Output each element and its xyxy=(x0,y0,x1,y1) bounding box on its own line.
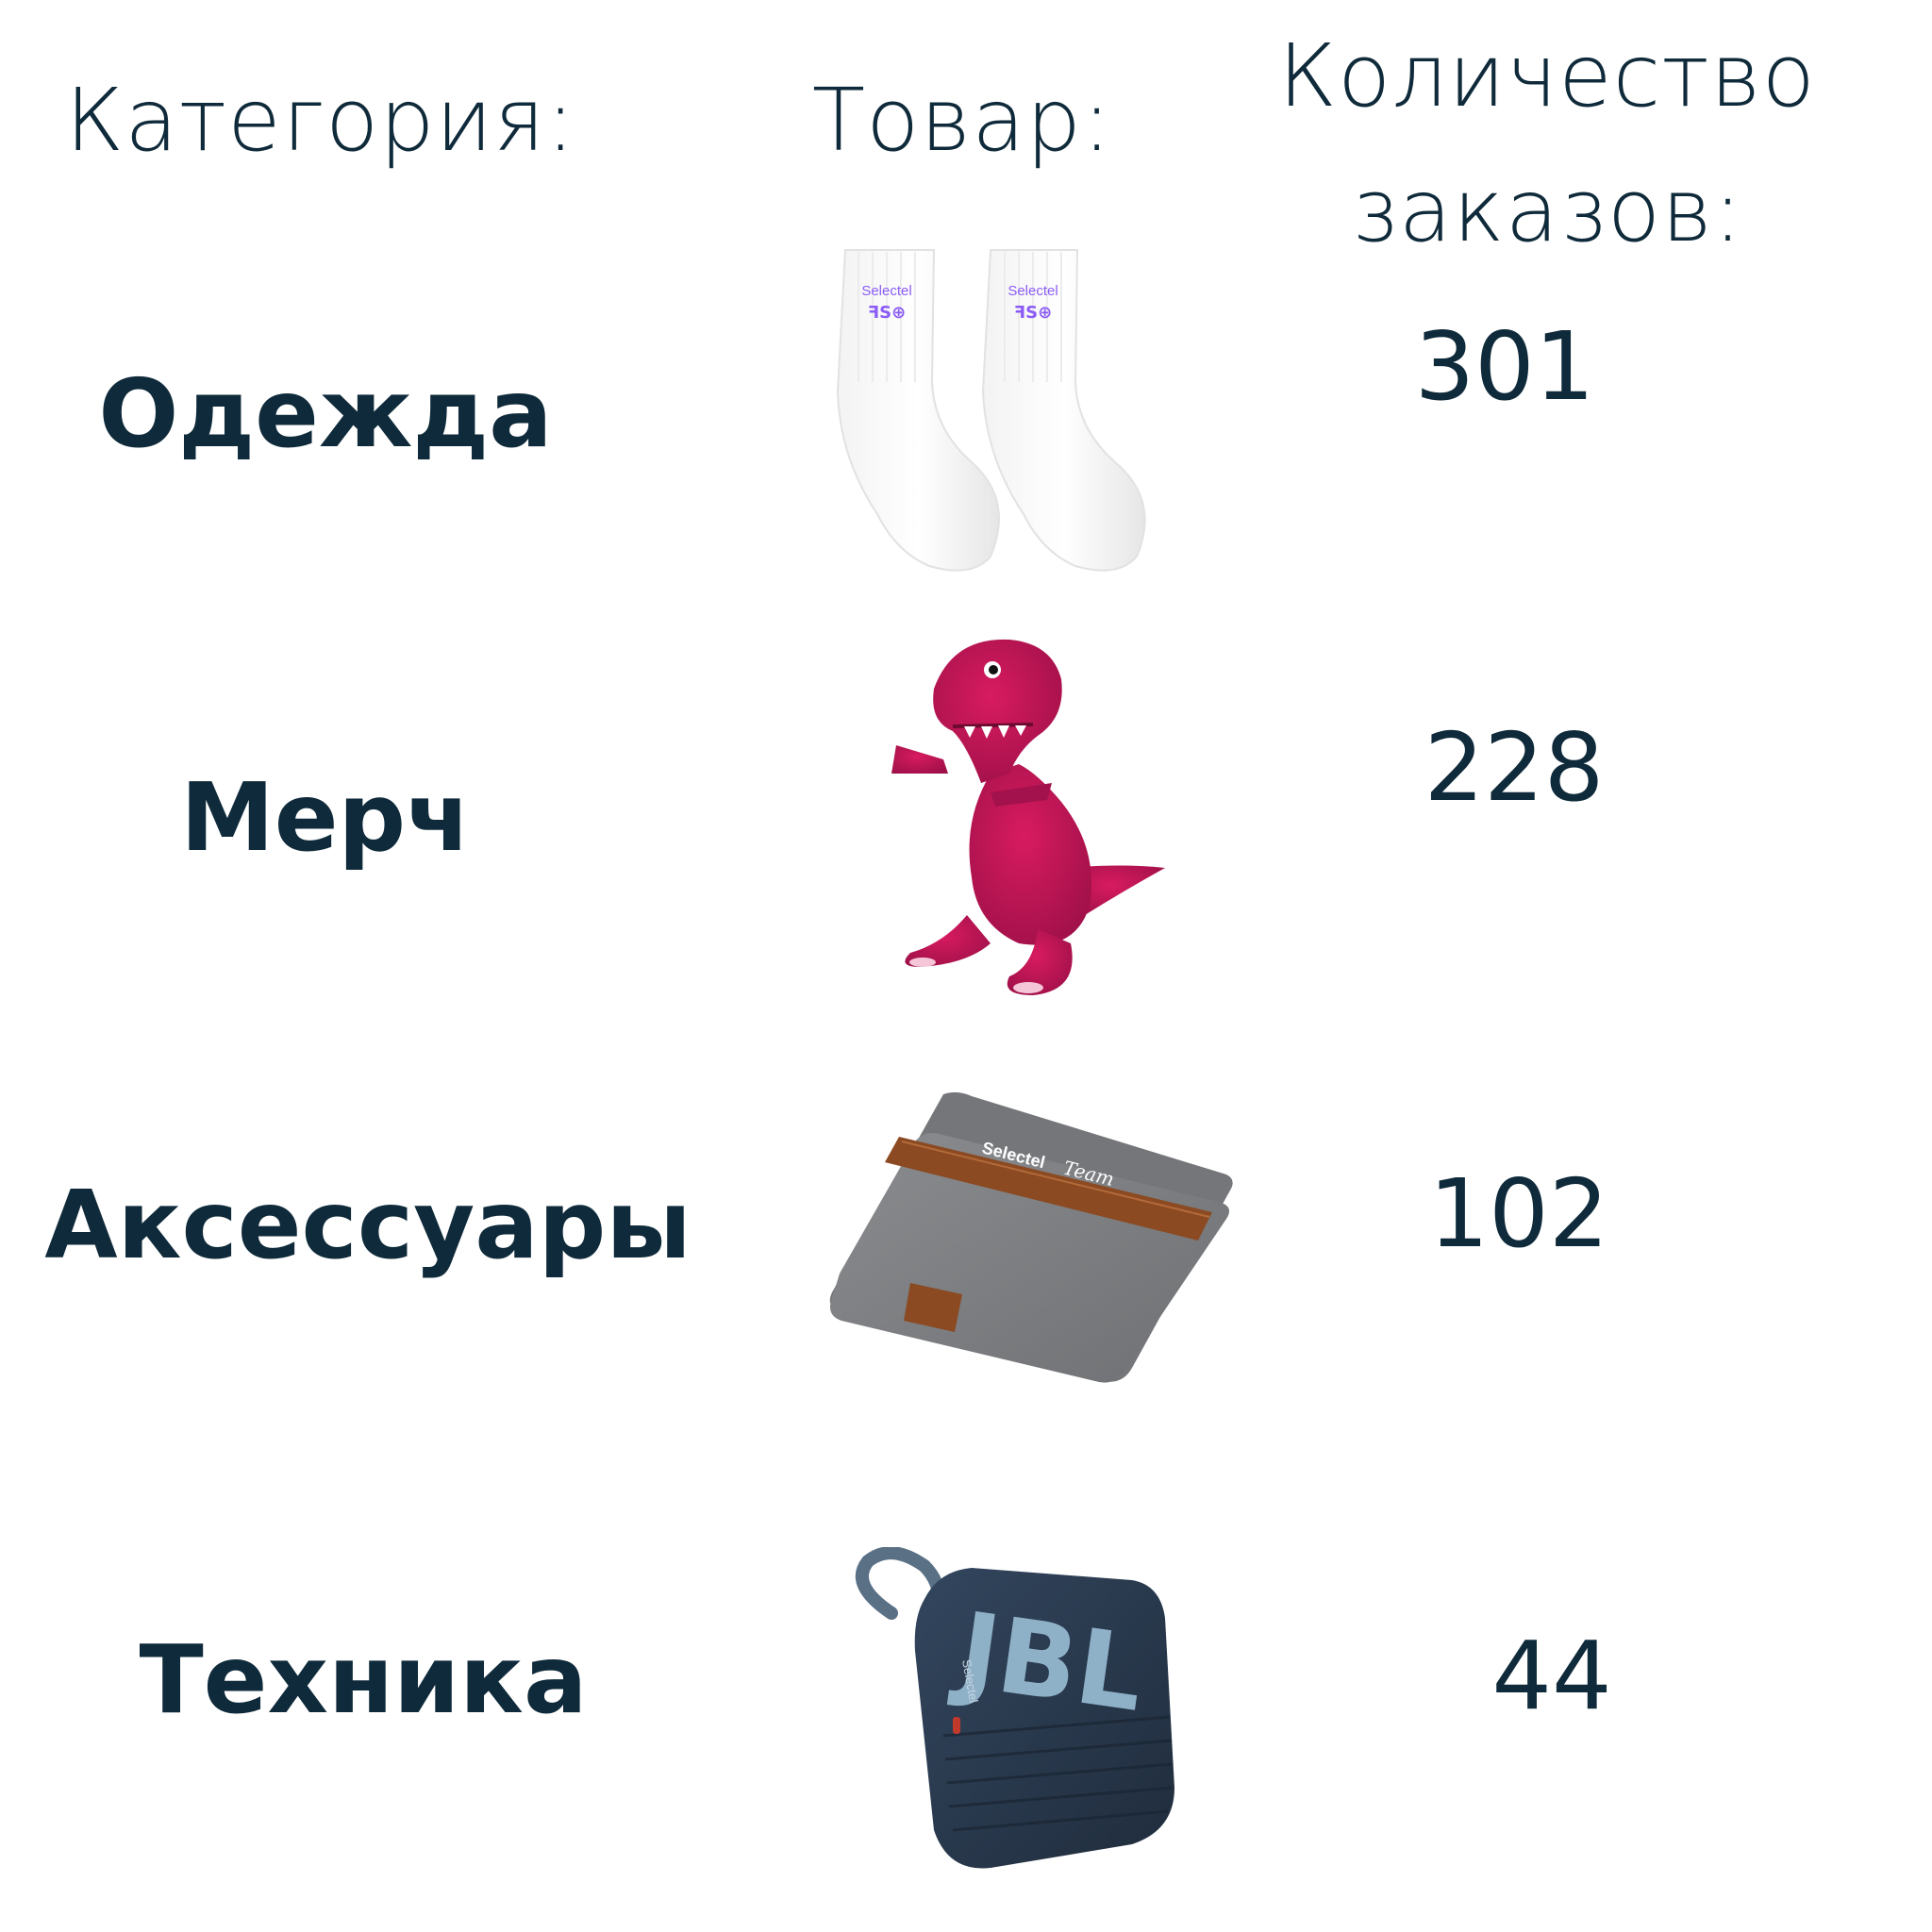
socks-icon: Selectel ꟻS⊕ Selectel ꟻS⊕ xyxy=(836,249,1146,572)
header-orders-line1: Количество xyxy=(1278,25,1816,126)
orders-accessories: 102 xyxy=(1428,1158,1609,1269)
socks-logo-symbols-left: ꟻS⊕ xyxy=(868,303,906,323)
orders-merch: 228 xyxy=(1424,712,1605,823)
category-clothing: Одежда xyxy=(98,358,553,469)
header-orders-line2: заказов: xyxy=(1350,160,1744,261)
orders-electronics: 44 xyxy=(1491,1621,1612,1731)
orders-clothing: 301 xyxy=(1414,311,1595,422)
category-electronics: Техника xyxy=(139,1624,588,1735)
category-merch: Мерч xyxy=(180,762,471,873)
category-accessories: Аксессуары xyxy=(44,1170,691,1280)
socks-logo-text-left: Selectel xyxy=(861,283,911,299)
socks-logo-symbols-right: ꟻS⊕ xyxy=(1014,303,1052,323)
header-category: Категория: xyxy=(65,70,576,171)
dinosaur-plush-icon xyxy=(891,639,1165,995)
header-product: Товар: xyxy=(811,70,1113,171)
speaker-icon: JBL Selectel xyxy=(855,1547,1174,1869)
socks-logo-text-right: Selectel xyxy=(1008,283,1058,299)
laptop-sleeve-icon: Selectel Team xyxy=(829,1091,1233,1383)
